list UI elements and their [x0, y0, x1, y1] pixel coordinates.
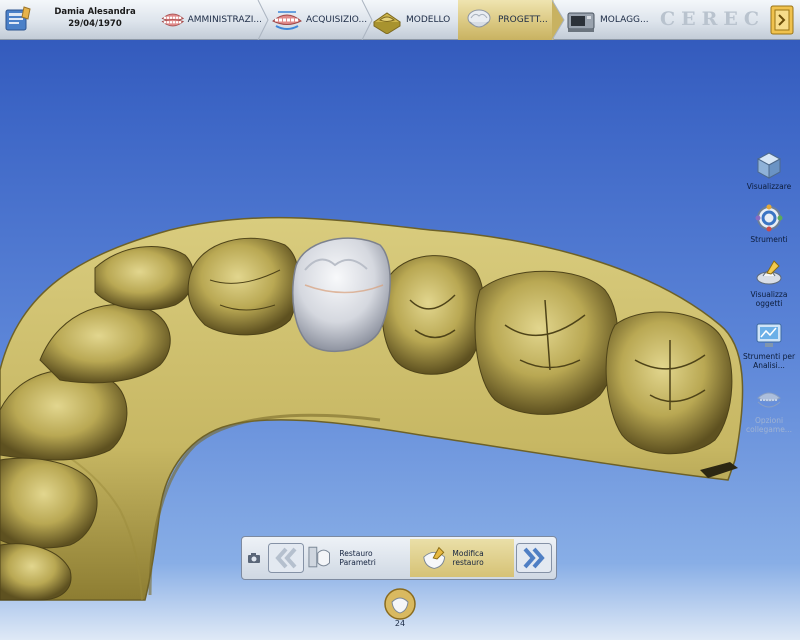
tool-label: Strumenti per Analisi...: [742, 352, 796, 370]
workflow-step-restoration-parameters[interactable]: Restauro Parametri: [306, 539, 410, 577]
designed-crown[interactable]: [292, 237, 391, 353]
tool-label: Strumenti: [750, 235, 788, 244]
step-administration[interactable]: AMMINISTRAZI...: [160, 0, 262, 40]
patient-dob: 29/04/1970: [68, 19, 122, 29]
design-tooth-icon: [467, 9, 491, 28]
tooth-number: 24: [394, 619, 406, 628]
step-label: ACQUISIZIO...: [306, 15, 368, 25]
milling-unit-icon: [567, 12, 595, 32]
workflow-label: Modifica restauro: [452, 549, 484, 567]
exit-door-icon[interactable]: [769, 5, 795, 35]
dentures-icon: [161, 13, 185, 27]
scan-dentures-icon: [272, 11, 302, 30]
step-design[interactable]: PROGETT...: [458, 0, 554, 40]
analysis-monitor-icon: [756, 323, 782, 347]
step-label: AMMINISTRAZI...: [187, 15, 262, 25]
workflow-bar: Restauro Parametri Modifica restauro: [241, 536, 557, 580]
objects-view-icon: [756, 260, 782, 285]
workflow-step-edit-restoration[interactable]: Modifica restauro: [410, 539, 514, 577]
tools-ring-icon: [755, 204, 783, 232]
edit-restoration-icon: [423, 546, 446, 569]
parameters-tooth-icon: [308, 546, 331, 568]
model-icon: [373, 12, 401, 34]
cube-view-icon: [756, 152, 782, 179]
screenshot-camera-icon[interactable]: [247, 552, 261, 564]
step-acquisition[interactable]: ACQUISIZIO...: [270, 0, 368, 40]
tools-button[interactable]: Strumenti: [740, 203, 798, 244]
analysis-tools-button[interactable]: Strumenti per Analisi...: [740, 320, 798, 370]
step-label: PROGETT...: [498, 15, 548, 25]
top-toolbar: Damia Alesandra 29/04/1970 AMMINISTRAZI.…: [0, 0, 800, 40]
step-label: MOLAGG...: [600, 15, 649, 25]
workflow-label: Restauro Parametri: [339, 549, 376, 567]
tool-label: Visualizza oggetti: [750, 290, 788, 308]
next-step-button[interactable]: [516, 543, 552, 573]
step-label: MODELLO: [406, 15, 451, 25]
view-button[interactable]: Visualizzare: [740, 150, 798, 191]
previous-step-button[interactable]: [268, 543, 304, 573]
patient-card-icon[interactable]: [4, 4, 34, 34]
patient-info[interactable]: Damia Alesandra 29/04/1970: [40, 6, 150, 34]
brand-logo: CEREC: [660, 8, 765, 30]
tool-label: Opzioni collegame...: [746, 416, 792, 434]
view-objects-button[interactable]: Visualizza oggetti: [740, 258, 798, 308]
step-model[interactable]: MODELLO: [370, 0, 456, 40]
link-options-icon: [757, 392, 781, 408]
step-milling[interactable]: MOLAGG...: [564, 0, 656, 40]
tooth-selector-icon[interactable]: [383, 587, 417, 621]
tool-label: Visualizzare: [746, 182, 792, 191]
patient-name: Damia Alesandra: [54, 7, 136, 17]
link-options-button: Opzioni collegame...: [740, 384, 798, 434]
